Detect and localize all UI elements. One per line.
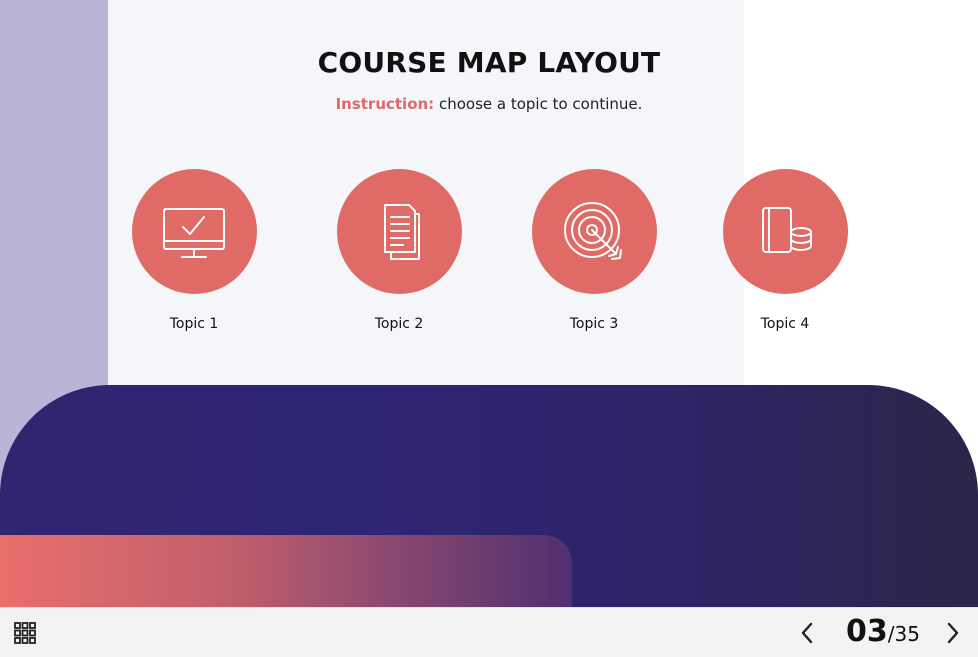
next-page-button[interactable] xyxy=(939,620,965,646)
instruction-label: Instruction: xyxy=(335,95,435,113)
topic-4-label: Topic 4 xyxy=(760,316,810,332)
total-pages: /35 xyxy=(887,622,920,646)
topic-1-label: Topic 1 xyxy=(169,316,219,332)
instruction-text: Instruction: choose a topic to continue. xyxy=(0,95,978,113)
topic-3-circle[interactable] xyxy=(531,169,657,294)
topic-1-button[interactable]: Topic 1 xyxy=(131,169,257,332)
chevron-left-icon xyxy=(801,622,813,644)
topic-4-button[interactable]: Topic 4 xyxy=(722,169,848,332)
topic-2-label: Topic 2 xyxy=(374,316,424,332)
prev-page-button[interactable] xyxy=(795,620,821,646)
topic-2-circle[interactable] xyxy=(336,169,462,294)
topic-1-circle[interactable] xyxy=(131,169,257,294)
monitor-check-icon xyxy=(163,207,225,258)
instruction-body: choose a topic to continue. xyxy=(434,95,643,113)
topic-2-button[interactable]: Topic 2 xyxy=(336,169,462,332)
grid-menu-icon xyxy=(14,622,36,644)
chevron-right-icon xyxy=(947,622,959,644)
menu-button[interactable] xyxy=(12,620,38,646)
target-arrow-icon xyxy=(564,201,622,260)
current-page-number: 03 xyxy=(846,614,888,649)
book-coins-icon xyxy=(762,206,812,253)
page-counter: 03/35 xyxy=(846,614,920,649)
topic-4-circle[interactable] xyxy=(722,169,848,294)
topic-3-label: Topic 3 xyxy=(569,316,619,332)
documents-icon xyxy=(384,203,420,260)
page-title: COURSE MAP LAYOUT xyxy=(317,46,661,79)
bottom-navigation-bar: 03/35 xyxy=(0,607,978,657)
coral-gradient-band xyxy=(0,535,572,607)
topic-3-button[interactable]: Topic 3 xyxy=(531,169,657,332)
